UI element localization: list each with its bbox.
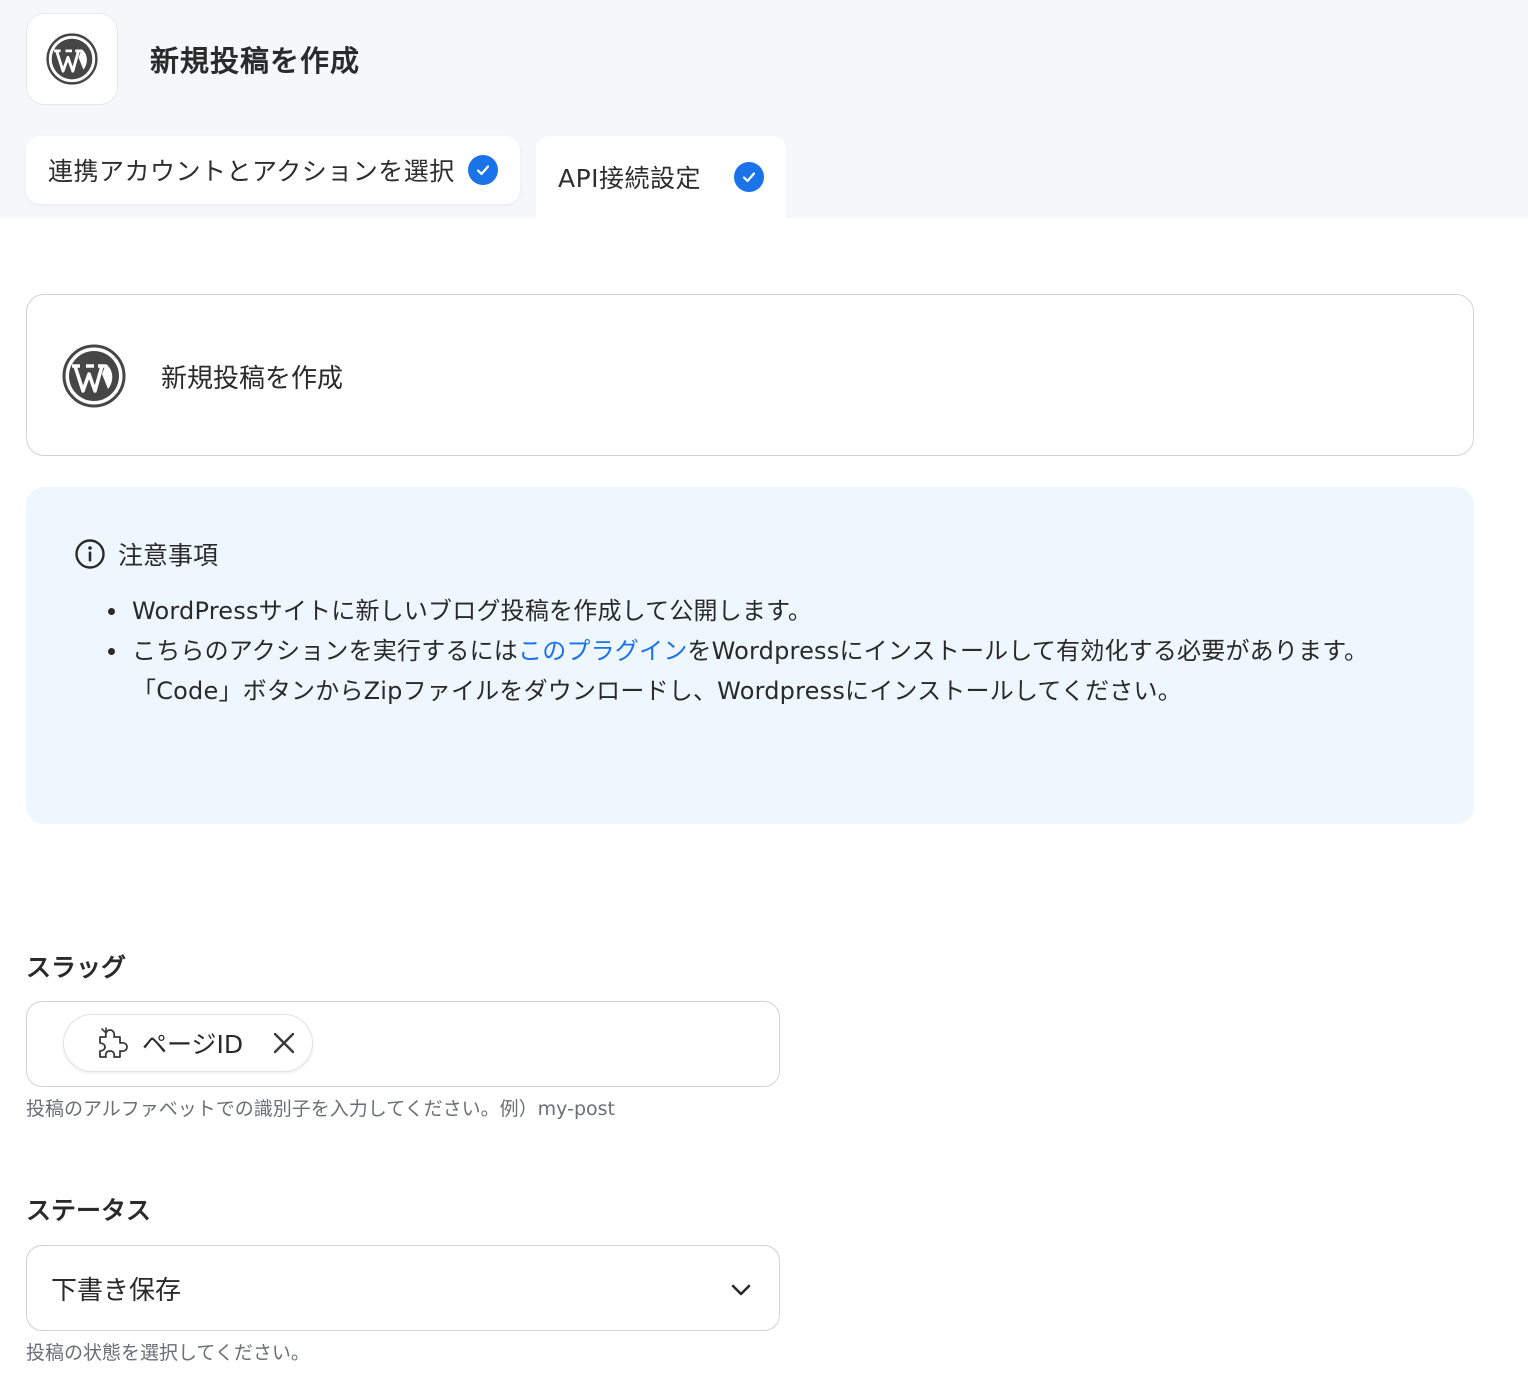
variable-chip[interactable]: ページID xyxy=(63,1014,313,1072)
notice-title: 注意事項 xyxy=(118,541,219,570)
wordpress-icon xyxy=(46,33,98,85)
puzzle-icon xyxy=(99,1027,128,1058)
notice-item-text: こちらのアクションを実行するには xyxy=(132,637,518,665)
notice-item-text: 「Code」ボタンからZipファイルをダウンロードし、Wordpressにインス… xyxy=(132,677,1182,705)
status-select[interactable]: 下書き保存 xyxy=(26,1245,780,1331)
notice-item: WordPressサイトに新しいブログ投稿を作成して公開します。 xyxy=(107,591,1368,631)
slug-input[interactable]: ページID xyxy=(26,1001,780,1087)
status-label: ステータス xyxy=(26,1196,152,1225)
status-help: 投稿の状態を選択してください。 xyxy=(26,1342,310,1364)
notice-item-text: をWordpressにインストールして有効化する必要があります。 xyxy=(687,637,1369,665)
notice-box: 注意事項 WordPressサイトに新しいブログ投稿を作成して公開します。 こち… xyxy=(26,487,1474,824)
action-card: 新規投稿を作成 xyxy=(26,294,1474,456)
chevron-down-icon xyxy=(731,1284,751,1296)
status-value: 下書き保存 xyxy=(51,1276,182,1306)
tab-select-account-action[interactable]: 連携アカウントとアクションを選択 xyxy=(26,136,520,204)
tab-label: 連携アカウントとアクションを選択 xyxy=(48,157,455,186)
wordpress-icon xyxy=(62,344,126,408)
info-icon xyxy=(75,539,105,569)
notice-list: WordPressサイトに新しいブログ投稿を作成して公開します。 こちらのアクシ… xyxy=(107,591,1369,711)
notice-item-text: WordPressサイトに新しいブログ投稿を作成して公開します。 xyxy=(132,597,813,625)
slug-help: 投稿のアルファベットでの識別子を入力してください。例）my-post xyxy=(26,1098,615,1120)
tab-label: API接続設定 xyxy=(558,164,702,193)
action-name: 新規投稿を作成 xyxy=(161,364,344,394)
page-title: 新規投稿を作成 xyxy=(150,44,361,78)
check-circle-icon xyxy=(468,155,498,185)
plugin-link[interactable]: このプラグイン xyxy=(518,637,687,665)
slug-label: スラッグ xyxy=(26,953,127,982)
chip-label: ページID xyxy=(142,1030,244,1059)
notice-header: 注意事項 xyxy=(74,536,218,572)
close-icon[interactable] xyxy=(270,1029,298,1057)
tab-api-settings[interactable]: API接続設定 xyxy=(536,136,786,218)
check-circle-icon xyxy=(734,162,764,192)
notice-item: こちらのアクションを実行するにはこのプラグインをWordpressにインストール… xyxy=(107,631,1369,711)
app-icon-box xyxy=(26,13,118,105)
